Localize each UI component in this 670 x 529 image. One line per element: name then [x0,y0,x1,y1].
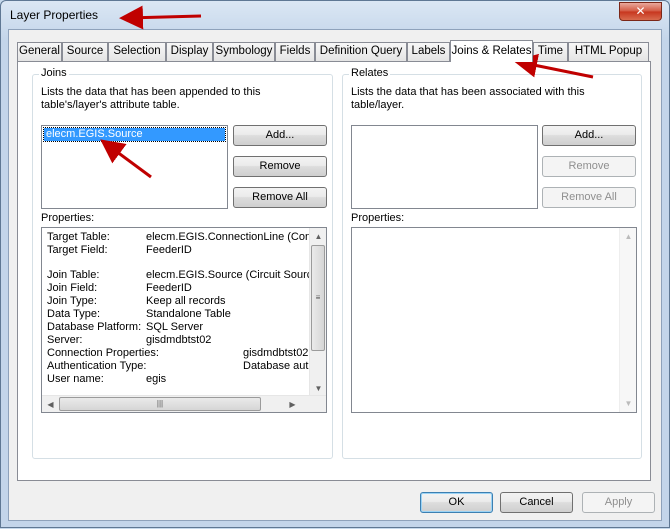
joins-properties-horizontal-scrollbar[interactable]: ◀ ||| ▶ [42,395,326,412]
relates-remove-all-button[interactable]: Remove All [542,187,636,208]
property-value: elecm.EGIS.Source (Circuit Source [146,269,309,281]
vertical-scroll-thumb[interactable]: ≡ [311,245,325,351]
relates-list[interactable] [351,125,538,209]
apply-button[interactable]: Apply [582,492,655,513]
property-row: Join Type: Keep all records [47,295,226,308]
joins-properties-vertical-scrollbar[interactable]: ▲ ≡ ▼ [309,228,326,397]
property-row: Database Platform: SQL Server [47,321,203,334]
tab-joins-relates[interactable]: Joins & Relates [450,40,533,62]
property-value: gisdmdbtst02 [243,347,309,359]
tab-source[interactable]: Source [62,42,108,61]
joins-group-title: Joins [39,67,69,79]
property-key: Connection Properties: [47,347,159,359]
tab-display[interactable]: Display [166,42,213,61]
property-key: User name: [47,373,104,385]
list-item[interactable]: elecm.EGIS.Source [43,127,226,142]
property-row: User name: egis [47,373,166,386]
window-title: Layer Properties [10,8,99,22]
property-value: FeederID [146,282,192,294]
joins-remove-button[interactable]: Remove [233,156,327,177]
relates-group-title: Relates [349,67,391,79]
tab-selection[interactable]: Selection [108,42,166,61]
tab-html-popup[interactable]: HTML Popup [568,42,649,61]
property-row: Connection Properties: gisdmdbtst02 [47,347,308,360]
scroll-left-arrow-icon[interactable]: ◀ [42,396,59,412]
joins-description: Lists the data that has been appended to… [41,86,261,111]
joins-remove-all-button[interactable]: Remove All [233,187,327,208]
property-value: Standalone Table [146,308,231,320]
property-key: Target Field: [47,244,108,256]
relates-properties-box[interactable]: ▲ ▼ [351,227,637,413]
ok-button[interactable]: OK [420,492,493,513]
title-bar[interactable]: Layer Properties ✕ [1,1,669,29]
joins-properties-content: Target Table: elecm.EGIS.ConnectionLine (… [47,231,309,396]
scroll-up-arrow-icon[interactable]: ▲ [620,228,636,245]
tab-time[interactable]: Time [533,42,568,61]
tab-definition-query[interactable]: Definition Query [315,42,407,61]
dialog-client-area: General Source Selection Display Symbolo… [8,29,662,521]
cancel-button[interactable]: Cancel [500,492,573,513]
property-row: Data Type: Standalone Table [47,308,231,321]
joins-add-button[interactable]: Add... [233,125,327,146]
property-row: Join Table: elecm.EGIS.Source (Circuit So… [47,269,309,282]
property-key: Server: [47,334,83,346]
tab-labels[interactable]: Labels [407,42,450,61]
property-row: Join Field: FeederID [47,282,192,295]
property-value: Keep all records [146,295,226,307]
joins-properties-box[interactable]: Target Table: elecm.EGIS.ConnectionLine (… [41,227,327,413]
property-value: FeederID [146,244,192,256]
tab-general[interactable]: General [17,42,62,61]
scroll-down-arrow-icon[interactable]: ▼ [620,395,636,412]
close-button[interactable]: ✕ [619,2,662,21]
property-key: Join Table: [47,269,100,281]
joins-relates-panel: Joins Lists the data that has been appen… [17,61,651,481]
property-key: Data Type: [47,308,100,320]
relates-group: Relates Lists the data that has been ass… [342,67,642,459]
horizontal-scroll-thumb[interactable]: ||| [59,397,261,411]
property-row: Server: gisdmdbtst02 [47,334,211,347]
tab-symbology[interactable]: Symbology [213,42,275,61]
property-value: SQL Server [146,321,204,333]
property-key: Authentication Type: [47,360,147,372]
scroll-up-arrow-icon[interactable]: ▲ [310,228,326,245]
joins-list[interactable]: elecm.EGIS.Source [41,125,228,209]
relates-remove-button[interactable]: Remove [542,156,636,177]
property-value: egis [146,373,167,385]
joins-group: Joins Lists the data that has been appen… [32,67,333,459]
property-value: gisdmdbtst02 [146,334,212,346]
property-key: Join Type: [47,295,97,307]
layer-properties-window: Layer Properties ✕ General Source Select… [0,0,670,528]
relates-add-button[interactable]: Add... [542,125,636,146]
property-row: Target Field: FeederID [47,244,192,257]
property-value: Database aut [243,360,309,372]
scroll-right-arrow-icon[interactable]: ▶ [284,396,301,412]
close-icon: ✕ [635,4,646,18]
relates-properties-label: Properties: [351,212,405,224]
property-key: Database Platform: [47,321,142,333]
tab-fields[interactable]: Fields [275,42,315,61]
property-key: Join Field: [47,282,98,294]
property-key: Target Table: [47,231,110,243]
property-row: Target Table: elecm.EGIS.ConnectionLine (… [47,231,309,244]
relates-description: Lists the data that has been associated … [351,86,585,111]
relates-properties-vertical-scrollbar[interactable]: ▲ ▼ [619,228,636,412]
property-row: Authentication Type: Database aut [47,360,308,373]
property-value: elecm.EGIS.ConnectionLine (Conn [146,231,309,243]
joins-properties-label: Properties: [41,212,95,224]
